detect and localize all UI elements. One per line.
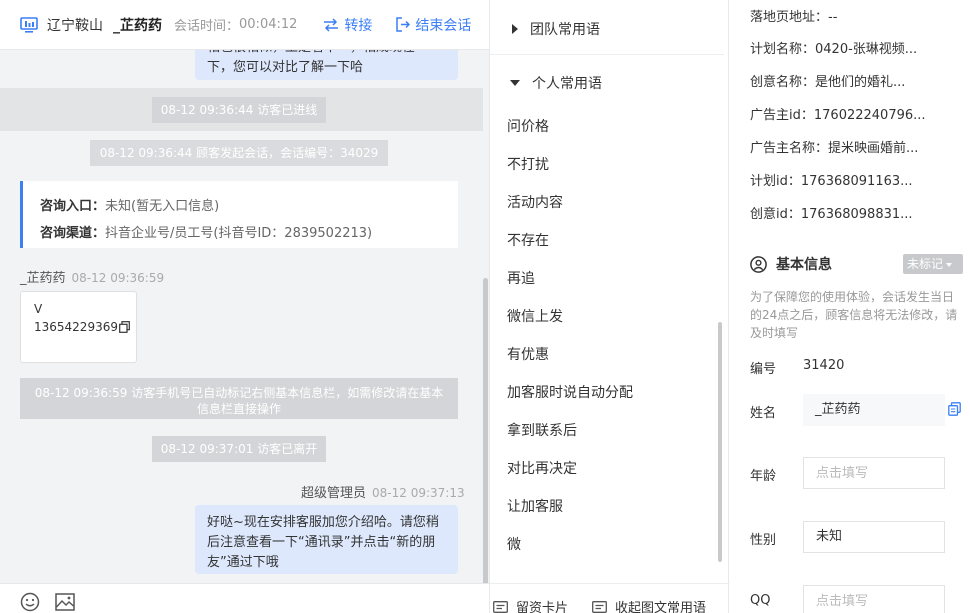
collapse-phrases-button[interactable]: 收起图文常用语 (592, 597, 706, 613)
divider (490, 54, 724, 55)
landing-page-row: 落地页地址：-- (750, 10, 838, 25)
mark-tag-label: 未标记 (907, 257, 944, 271)
chat-scrollbar[interactable] (483, 278, 488, 583)
phone-message-card: V 13654229369 (20, 291, 137, 363)
chevron-down-icon (946, 262, 953, 267)
entry-label: 咨询入口： (40, 199, 106, 214)
phrase-footer: 留资卡片 收起图文常用语 (490, 583, 730, 613)
basic-info-title: 基本信息 (750, 254, 832, 274)
phrase-item[interactable]: 活动内容 (507, 192, 563, 212)
channel-value: 抖音企业号/员工号(抖音号ID：2839502213) (105, 226, 373, 241)
phrase-item[interactable]: 微信上发 (507, 306, 563, 326)
visitor-sender: _芷药药 08-12 09:36:59 (20, 267, 164, 286)
phrase-panel: 团队常用语 个人常用语 问价格 不打扰 活动内容 不存在 再追 微信上发 有优惠… (489, 0, 730, 613)
personal-phrases-group[interactable]: 个人常用语 (510, 73, 602, 93)
system-message: 08-12 09:36:44 顾客发起会话，会话编号：34029 (90, 140, 388, 166)
agent-sender: 超级管理员 08-12 09:37:13 (301, 482, 465, 501)
message-list[interactable]: 相也很相似，王是看不一，相成现在 下，您可以对比了解一下哈 08-12 09:3… (0, 50, 489, 583)
channel-label: 咨询渠道： (40, 226, 106, 241)
message-text: 下，您可以对比了解一下哈 (207, 60, 364, 75)
phrase-item[interactable]: 拿到联系后 (507, 420, 577, 440)
end-session-label: 结束会话 (415, 17, 472, 34)
session-time-value: 00:04:12 (239, 17, 298, 32)
chat-header: 辽宁鞍山 _芷药药 会话时间： 00:04:12 转接 结束会话 (0, 0, 489, 50)
message-text: 好哒~现在安排客服加您介绍哈。请您稍后注意查看一下“通讯录”并点击“新的朋友”通… (207, 515, 439, 570)
consult-info-card: 咨询入口：未知(暂无入口信息) 咨询渠道：抖音企业号/员工号(抖音号ID：283… (20, 181, 458, 248)
end-session-button[interactable]: 结束会话 (395, 15, 471, 35)
qq-input[interactable] (803, 585, 945, 613)
transfer-label: 转接 (344, 17, 373, 34)
caret-right-icon (512, 24, 518, 34)
visitor-location: 辽宁鞍山 (47, 17, 103, 34)
personal-phrases-label: 个人常用语 (532, 76, 602, 92)
entry-value: 未知(暂无入口信息) (105, 199, 220, 214)
card-icon (493, 600, 508, 613)
age-label: 年龄 (750, 469, 777, 484)
phrase-scrollbar[interactable] (718, 322, 722, 562)
collapse-icon (592, 600, 607, 613)
plan-id-row: 计划id：176368091163... (750, 174, 913, 189)
image-icon[interactable] (55, 593, 75, 611)
agent-message-bubble: 好哒~现在安排客服加您介绍哈。请您稍后注意查看一下“通讯录”并点击“新的朋友”通… (195, 505, 458, 574)
agent-message-bubble: 相也很相似，王是看不一，相成现在 下，您可以对比了解一下哈 (195, 50, 458, 80)
workspace: 辽宁鞍山 _芷药药 会话时间： 00:04:12 转接 结束会话 下，您可以对比… (0, 0, 970, 613)
gender-select[interactable]: 未知 (803, 521, 945, 553)
gender-label: 性别 (750, 533, 777, 548)
creative-id-row: 创意id：176368098831... (750, 207, 913, 222)
copy-icon[interactable] (119, 321, 130, 333)
phrase-item[interactable]: 对比再决定 (507, 458, 577, 478)
phrase-item[interactable]: 问价格 (507, 116, 549, 136)
customer-info-panel: 落地页地址：-- 计划名称：0420-张琳视频... 创意名称：是他们的婚礼..… (730, 0, 970, 613)
mark-tag-dropdown[interactable]: 未标记 (903, 254, 963, 274)
sender-name: 超级管理员 (301, 486, 367, 501)
lead-card-label: 留资卡片 (516, 601, 569, 613)
visitor-name: _芷药药 (113, 17, 162, 34)
plan-name-row: 计划名称：0420-张琳视频... (750, 42, 918, 57)
sender-name: _芷药药 (20, 271, 66, 286)
team-phrases-label: 团队常用语 (530, 22, 600, 38)
exit-icon (396, 17, 411, 32)
name-field: _芷药药 (803, 394, 945, 426)
message-time: 08-12 09:36:59 (71, 271, 165, 285)
transfer-button[interactable]: 转接 (323, 15, 372, 35)
phrase-item[interactable]: 不打扰 (507, 154, 549, 174)
qq-label: QQ (750, 593, 771, 608)
phrase-item[interactable]: 有优惠 (507, 344, 549, 364)
system-message: 08-12 09:37:01 访客已离开 (152, 436, 326, 462)
team-phrases-group[interactable]: 团队常用语 (512, 19, 600, 39)
chat-panel: 辽宁鞍山 _芷药药 会话时间： 00:04:12 转接 结束会话 下，您可以对比… (0, 0, 489, 613)
transfer-icon (324, 17, 339, 32)
system-message: 08-12 09:36:44 访客已进线 (152, 97, 326, 123)
collapse-phrases-label: 收起图文常用语 (615, 601, 707, 613)
number-label: 编号 (750, 362, 777, 377)
chat-toolbar (0, 583, 489, 613)
phrase-item[interactable]: 加客服时说自动分配 (507, 382, 633, 402)
name-label: 姓名 (750, 406, 777, 421)
message-text: 相也很相似，王是看不一，相成现在 (207, 50, 446, 58)
advertiser-name-row: 广告主名称：提米映画婚前... (750, 141, 919, 156)
phrase-item[interactable]: 让加客服 (507, 496, 563, 516)
creative-name-row: 创意名称：是他们的婚礼... (750, 75, 906, 90)
system-message: 08-12 09:36:59 访客手机号已自动标记右侧基本信息栏，如需修改请在基… (20, 378, 458, 419)
message-time: 08-12 09:37:13 (372, 486, 465, 500)
phrase-item[interactable]: 再追 (507, 268, 535, 288)
emoji-icon[interactable] (20, 592, 40, 612)
session-time-label: 会话时间： (174, 19, 240, 34)
phrase-item[interactable]: 不存在 (507, 230, 549, 250)
lead-card-button[interactable]: 留资卡片 (493, 597, 568, 613)
age-input[interactable] (803, 457, 945, 489)
phone-prefix: V (34, 302, 43, 316)
user-circle-icon (750, 255, 767, 273)
phrase-item[interactable]: 微 (507, 534, 521, 554)
edit-notice: 为了保障您的使用体验，会话发生当日的24点之后，顾客信息将无法修改，请及时填写 (750, 290, 958, 340)
copy-name-icon[interactable] (948, 402, 961, 416)
caret-down-icon (510, 80, 520, 86)
phone-number: 13654229369 (34, 320, 118, 334)
monitor-icon (20, 16, 38, 33)
number-value: 31420 (803, 358, 845, 373)
advertiser-id-row: 广告主id：176022240796... (750, 108, 926, 123)
